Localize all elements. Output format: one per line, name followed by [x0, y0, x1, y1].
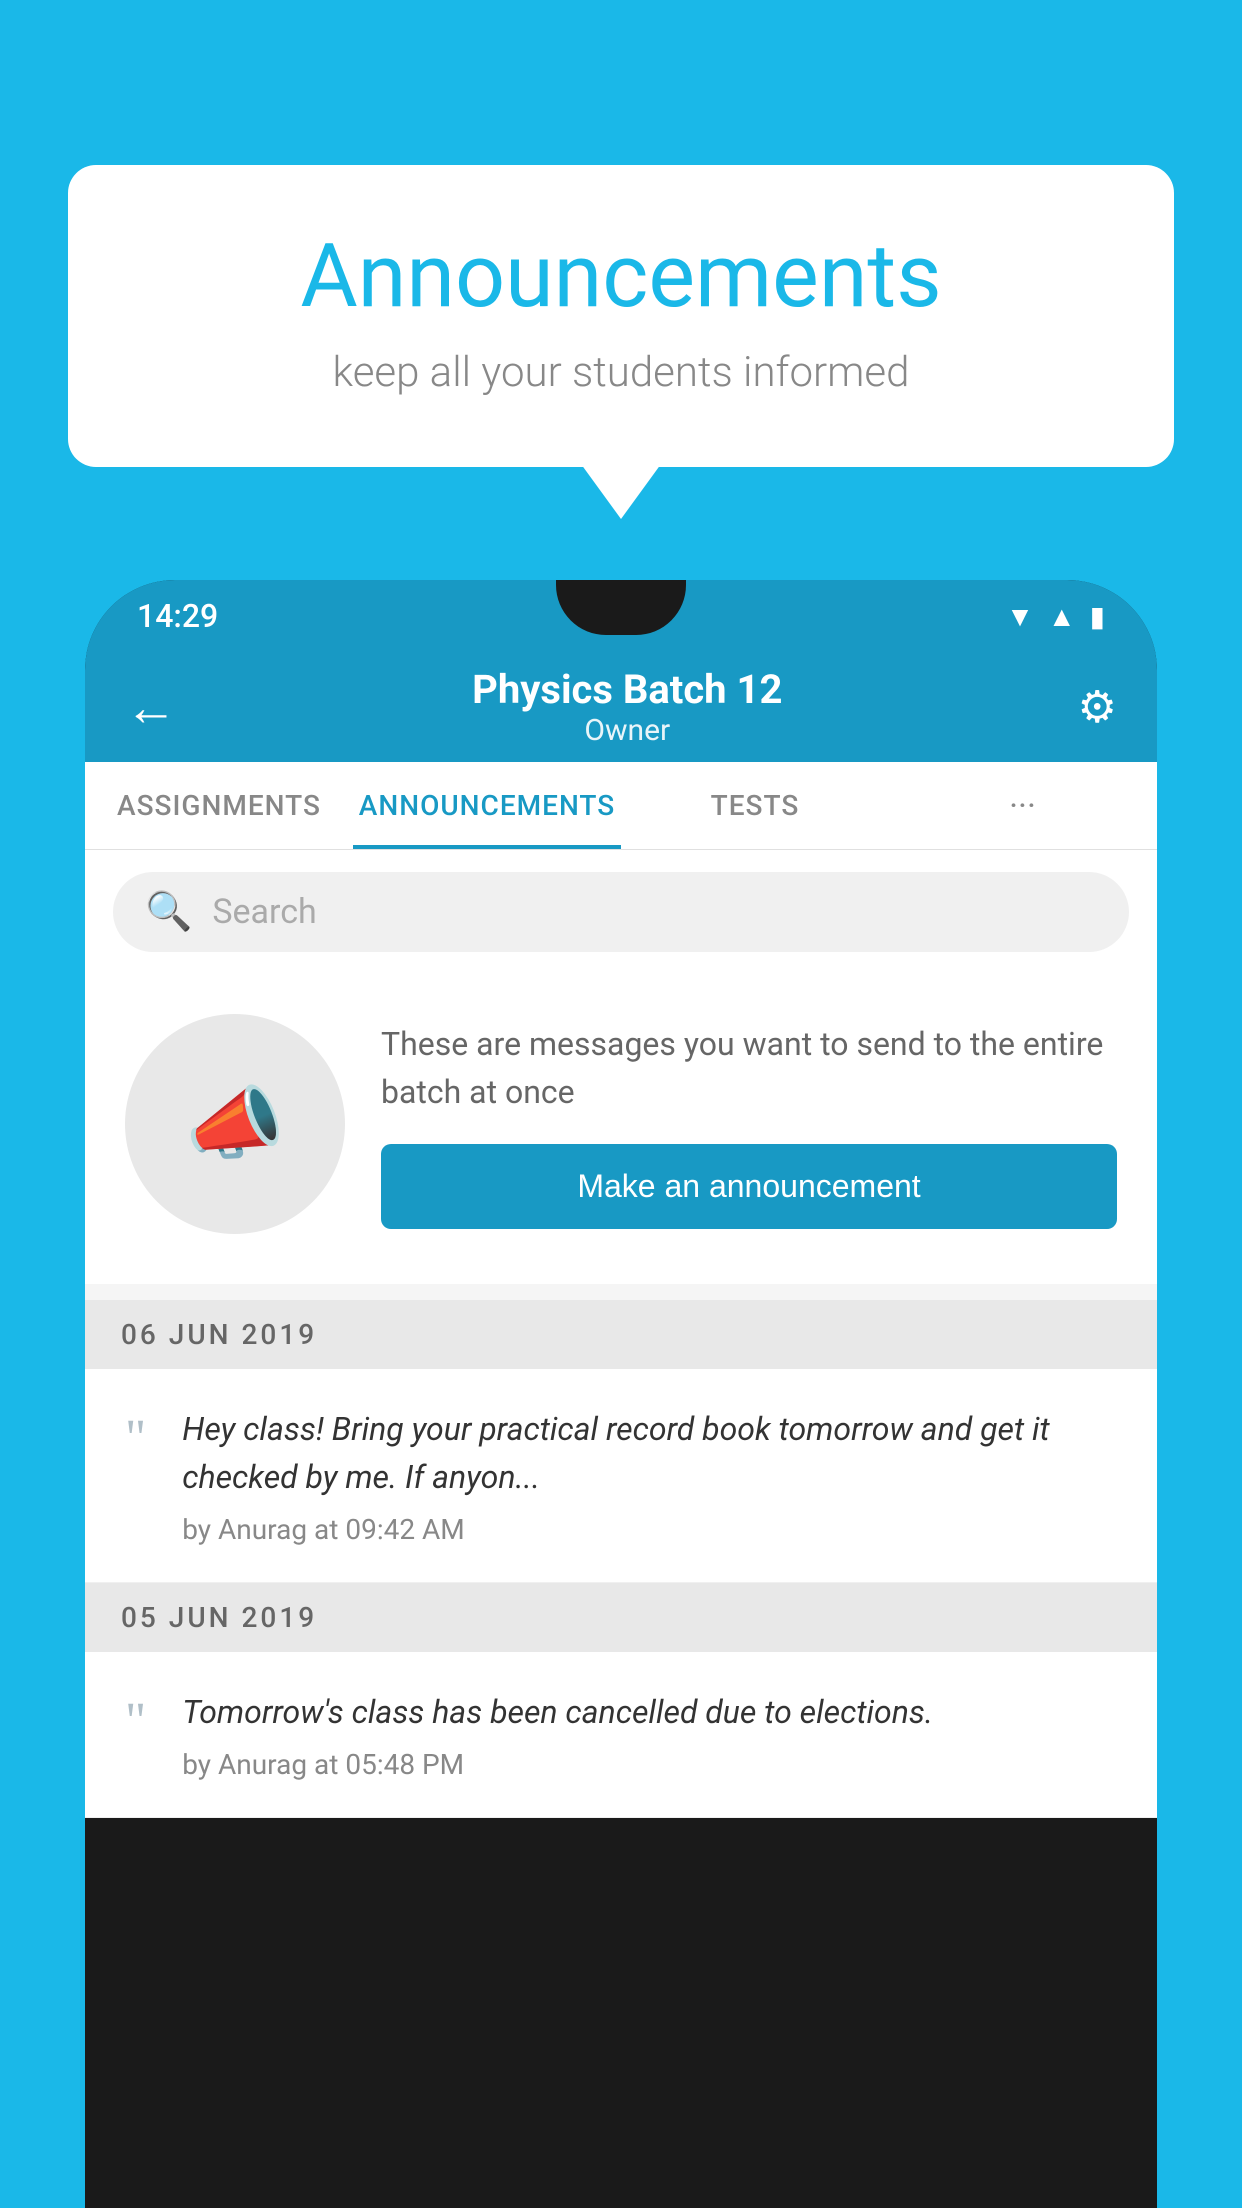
- search-bar[interactable]: 🔍 Search: [113, 872, 1129, 952]
- tab-more[interactable]: ···: [889, 762, 1157, 849]
- wifi-icon: ▼: [1006, 600, 1034, 633]
- speech-bubble: Announcements keep all your students inf…: [68, 165, 1174, 467]
- announcement-promo: 📣 These are messages you want to send to…: [85, 974, 1157, 1284]
- megaphone-icon: 📣: [185, 1077, 285, 1171]
- announcement-meta-2: by Anurag at 05:48 PM: [182, 1748, 1117, 1781]
- signal-icon: ▲: [1048, 600, 1076, 633]
- phone-outer: 14:29 ▼ ▲ ▮ ← Physics Batch 12 Owner ⚙ A…: [85, 580, 1157, 2208]
- quote-icon-1: ": [125, 1413, 146, 1465]
- content-area: 🔍 Search 📣 These are messages you want t…: [85, 850, 1157, 1818]
- date-separator-2: 05 JUN 2019: [85, 1583, 1157, 1652]
- notch: [556, 580, 686, 635]
- announcement-item-1[interactable]: " Hey class! Bring your practical record…: [85, 1369, 1157, 1583]
- app-bar-title: Physics Batch 12: [177, 666, 1078, 713]
- tab-assignments[interactable]: ASSIGNMENTS: [85, 762, 353, 849]
- speech-bubble-subtitle: keep all your students informed: [148, 348, 1094, 397]
- settings-icon[interactable]: ⚙: [1078, 681, 1117, 733]
- search-bar-wrapper: 🔍 Search: [85, 850, 1157, 974]
- announcement-message-2: Tomorrow's class has been cancelled due …: [182, 1688, 1117, 1736]
- announcement-meta-1: by Anurag at 09:42 AM: [182, 1513, 1117, 1546]
- announcement-item-2[interactable]: " Tomorrow's class has been cancelled du…: [85, 1652, 1157, 1818]
- promo-content: These are messages you want to send to t…: [381, 1020, 1117, 1229]
- make-announcement-button[interactable]: Make an announcement: [381, 1144, 1117, 1229]
- speech-bubble-title: Announcements: [148, 225, 1094, 328]
- tab-tests[interactable]: TESTS: [621, 762, 889, 849]
- announcement-message-1: Hey class! Bring your practical record b…: [182, 1405, 1117, 1501]
- promo-description: These are messages you want to send to t…: [381, 1020, 1117, 1116]
- announcement-content-1: Hey class! Bring your practical record b…: [182, 1405, 1117, 1546]
- tab-bar: ASSIGNMENTS ANNOUNCEMENTS TESTS ···: [85, 762, 1157, 850]
- status-icons: ▼ ▲ ▮: [1006, 600, 1105, 633]
- search-placeholder: Search: [212, 892, 316, 932]
- battery-icon: ▮: [1090, 600, 1105, 633]
- speech-bubble-container: Announcements keep all your students inf…: [68, 165, 1174, 467]
- app-bar-subtitle: Owner: [177, 713, 1078, 748]
- status-time: 14:29: [137, 597, 218, 635]
- app-bar: ← Physics Batch 12 Owner ⚙: [85, 652, 1157, 762]
- back-button[interactable]: ←: [125, 677, 177, 738]
- app-bar-title-group: Physics Batch 12 Owner: [177, 666, 1078, 748]
- announcement-content-2: Tomorrow's class has been cancelled due …: [182, 1688, 1117, 1781]
- status-bar: 14:29 ▼ ▲ ▮: [85, 580, 1157, 652]
- date-separator-1: 06 JUN 2019: [85, 1300, 1157, 1369]
- tab-announcements[interactable]: ANNOUNCEMENTS: [353, 762, 621, 849]
- promo-icon-circle: 📣: [125, 1014, 345, 1234]
- search-icon: 🔍: [145, 890, 192, 934]
- phone-wrapper: 14:29 ▼ ▲ ▮ ← Physics Batch 12 Owner ⚙ A…: [85, 580, 1157, 2208]
- quote-icon-2: ": [125, 1696, 146, 1748]
